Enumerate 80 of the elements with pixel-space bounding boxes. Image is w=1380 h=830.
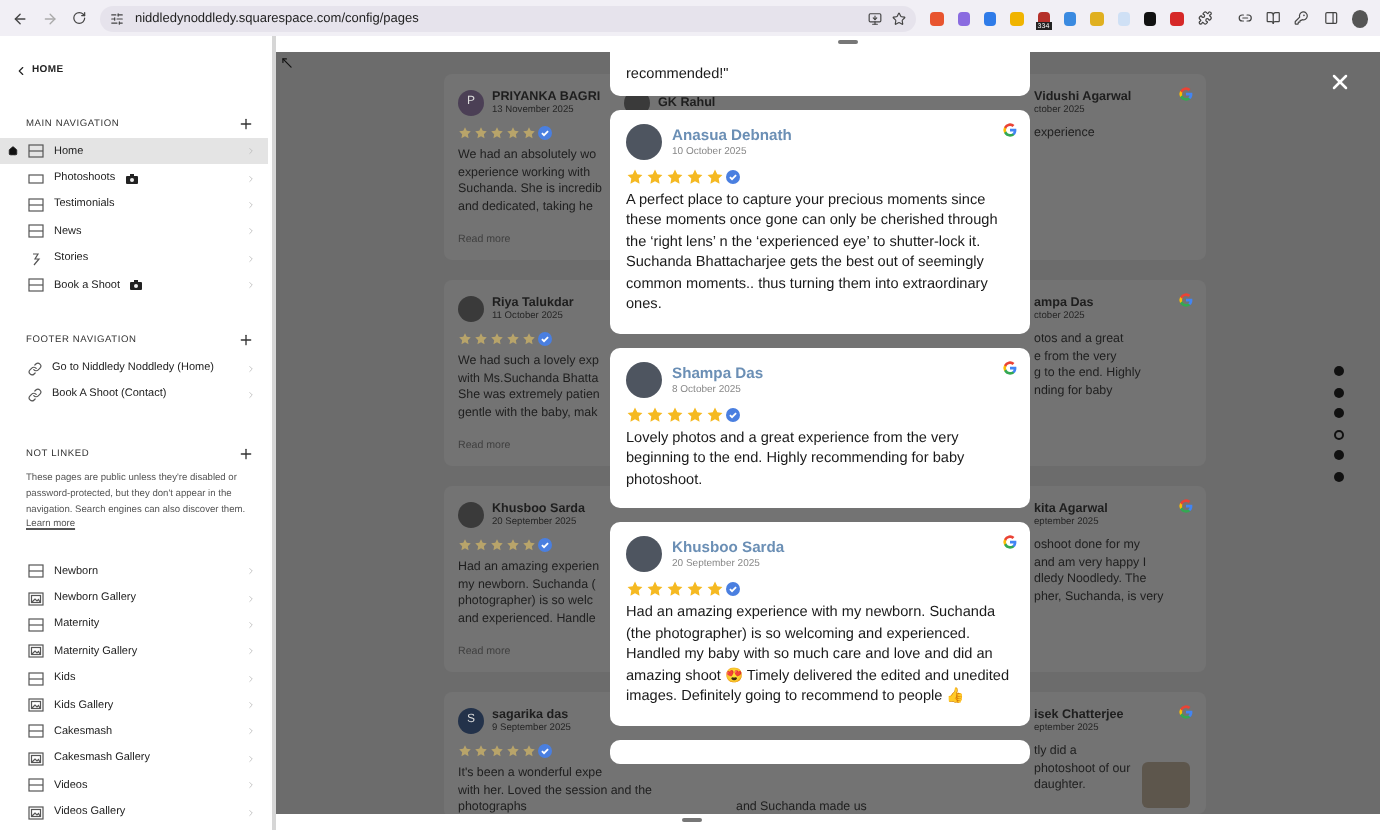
carousel-dot[interactable] <box>1334 450 1344 460</box>
page-icon <box>28 197 44 212</box>
chevron-right-icon <box>246 253 256 264</box>
page-icon <box>28 564 44 579</box>
chevron-right-icon <box>246 700 256 711</box>
verified-badge-icon <box>726 582 740 596</box>
chevron-right-icon <box>246 199 256 210</box>
gallery-icon <box>28 644 44 659</box>
chevron-right-icon <box>246 673 256 684</box>
avatar <box>458 295 484 321</box>
verified-badge-icon <box>538 126 552 140</box>
index-page-icon <box>28 171 44 186</box>
chevron-right-icon <box>246 226 256 237</box>
avatar <box>626 123 662 159</box>
verified-badge-icon <box>726 169 740 183</box>
verified-badge-icon <box>538 332 552 346</box>
google-g-icon <box>1002 121 1018 137</box>
page-icon <box>28 224 44 239</box>
expand-icon[interactable] <box>280 56 294 70</box>
avatar <box>458 501 484 527</box>
link-icon[interactable] <box>1238 10 1253 26</box>
page-icon <box>28 617 44 632</box>
key-icon[interactable] <box>1294 10 1310 26</box>
drag-handle <box>682 818 702 822</box>
chevron-right-icon <box>246 593 256 604</box>
link-icon <box>28 387 42 402</box>
gallery-icon <box>28 751 44 766</box>
drag-handle <box>838 40 858 44</box>
verified-badge-icon <box>726 407 740 421</box>
chevron-right-icon <box>246 646 256 657</box>
extensions-icon[interactable] <box>1197 10 1212 26</box>
page-icon <box>28 778 44 793</box>
gallery-icon <box>28 698 44 713</box>
add-button[interactable] <box>238 446 254 463</box>
page-icon <box>28 671 44 686</box>
link-icon <box>28 361 42 376</box>
google-g-icon <box>1178 704 1194 720</box>
google-g-icon <box>1002 534 1018 550</box>
carousel-dot[interactable] <box>1334 429 1344 439</box>
chevron-right-icon <box>246 566 256 577</box>
chevron-right-icon <box>246 389 256 400</box>
profile-avatar[interactable] <box>1351 9 1369 27</box>
carousel-dot[interactable] <box>1334 471 1344 481</box>
chevron-right-icon <box>246 780 256 791</box>
chevron-right-icon <box>246 363 256 374</box>
google-g-icon <box>1178 292 1194 308</box>
verified-badge-icon <box>538 538 552 552</box>
site-settings-icon[interactable] <box>110 11 125 25</box>
chevron-right-icon <box>246 146 256 157</box>
install-icon[interactable] <box>868 11 883 25</box>
carousel-dot[interactable] <box>1334 408 1344 418</box>
back-icon[interactable] <box>12 9 29 27</box>
avatar <box>626 536 662 572</box>
add-button[interactable] <box>238 116 254 132</box>
chevron-right-icon <box>246 619 256 630</box>
carousel-dot[interactable] <box>1334 366 1344 376</box>
chevron-right-icon <box>246 726 256 737</box>
google-g-icon <box>1178 86 1194 102</box>
add-button[interactable] <box>238 332 254 349</box>
chevron-right-icon <box>246 173 256 184</box>
reading-mode-icon[interactable] <box>1266 10 1281 26</box>
chevron-left-icon <box>14 63 28 77</box>
page-icon <box>28 278 44 293</box>
bookmark-star-icon[interactable] <box>892 11 907 25</box>
chevron-right-icon <box>246 280 256 291</box>
google-g-icon <box>1002 359 1018 375</box>
page-icon <box>28 144 44 159</box>
side-panel-icon[interactable] <box>1323 10 1338 26</box>
blog-icon <box>28 251 44 266</box>
gallery-icon <box>28 591 44 606</box>
chevron-right-icon <box>246 753 256 764</box>
google-g-icon <box>1178 498 1194 514</box>
close-button[interactable] <box>1328 70 1352 94</box>
avatar <box>626 361 662 397</box>
chevron-right-icon <box>246 807 256 818</box>
carousel-dot[interactable] <box>1334 387 1344 397</box>
verified-badge-icon <box>538 744 552 758</box>
gallery-icon <box>28 805 44 820</box>
page-icon <box>28 724 44 739</box>
reload-icon[interactable] <box>72 10 87 26</box>
